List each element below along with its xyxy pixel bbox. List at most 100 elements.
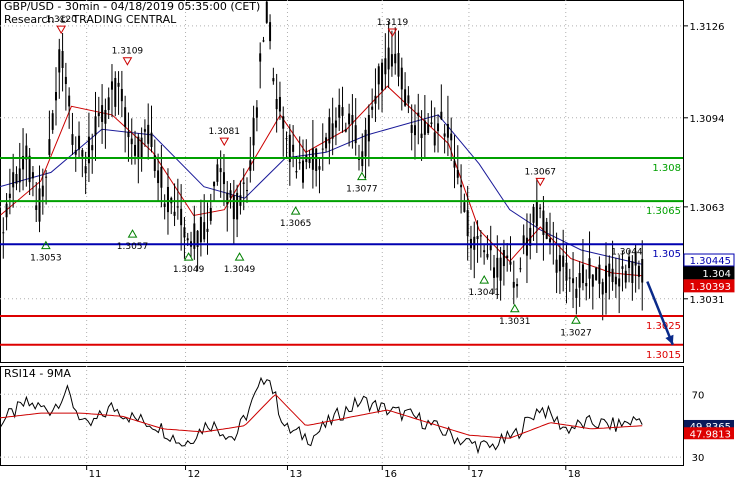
price-tag-label-2: 1.30393 <box>690 282 731 293</box>
candle-body <box>443 133 446 137</box>
candle-body <box>269 22 272 42</box>
candles <box>0 0 644 321</box>
pivot-high-marker <box>56 25 67 35</box>
candle-body <box>8 193 11 198</box>
candle-body <box>209 207 212 221</box>
candle-body <box>374 95 377 104</box>
candle-body <box>315 148 318 171</box>
pivot-low-marker <box>127 229 138 238</box>
price-panel-frame <box>0 0 684 363</box>
pivot-label-1: 1.3109 <box>112 47 144 57</box>
candle-body <box>48 139 51 155</box>
candle-body <box>618 278 621 287</box>
level-label-0: 1.308 <box>652 163 681 174</box>
ma-slow-line <box>0 114 643 265</box>
candle-body <box>173 211 176 216</box>
x-tick-label-2: 13 <box>289 469 302 480</box>
candle-body <box>604 265 607 293</box>
candle-body <box>127 131 130 138</box>
candle-body <box>199 216 202 243</box>
candle-body <box>242 182 245 184</box>
candle-body <box>311 148 314 170</box>
candle-body <box>542 210 545 235</box>
candle-body <box>91 145 94 151</box>
candle-body <box>502 249 505 267</box>
candle-body <box>5 203 8 218</box>
candle-body <box>420 133 423 139</box>
candle-body <box>591 274 594 287</box>
pivot-label-8: 1.3049 <box>224 265 256 275</box>
candle-body <box>519 268 522 270</box>
candle-body <box>456 169 459 178</box>
candle-body <box>539 207 542 209</box>
candle-body <box>641 258 644 283</box>
candle-body <box>38 188 41 222</box>
pivot-label-13: 1.3027 <box>560 328 592 338</box>
candle-body <box>134 144 137 156</box>
pivot-high-marker <box>535 177 546 187</box>
candle-body <box>423 120 426 135</box>
candle-body <box>226 192 229 205</box>
candle-body <box>54 92 57 101</box>
candle-body <box>61 51 64 68</box>
candle-body <box>262 40 265 42</box>
candle-body <box>157 170 160 184</box>
price-tag-label-1: 1.304 <box>702 269 731 280</box>
candle-body <box>282 116 285 129</box>
candle-body <box>318 166 321 170</box>
pivot-label-11: 1.3041 <box>468 288 500 298</box>
candle-body <box>275 98 278 110</box>
candle-body <box>216 164 219 182</box>
candle-body <box>608 263 611 277</box>
candle-body <box>614 276 617 285</box>
candle-body <box>381 62 384 91</box>
candle-body <box>137 136 140 160</box>
price-tick-label-0: 1.3126 <box>690 22 725 33</box>
candle-body <box>390 54 393 67</box>
candle-body <box>28 155 31 183</box>
candle-body <box>325 137 328 149</box>
candle-body <box>581 264 584 284</box>
candle-body <box>437 123 440 132</box>
candle-body <box>78 135 81 150</box>
candle-body <box>450 133 453 141</box>
candle-body <box>351 115 354 124</box>
candle-body <box>295 171 298 173</box>
candle-body <box>176 206 179 208</box>
candle-body <box>509 261 512 265</box>
candle-body <box>460 184 463 188</box>
candle-body <box>183 227 186 238</box>
candle-body <box>364 129 367 157</box>
candle-body <box>107 97 110 111</box>
chart-svg: 1.3126 1.3094 1.3063 1.3031 11 12 13 16 17 18 1.30… <box>0 0 735 480</box>
candle-body <box>463 202 466 212</box>
candle-body <box>585 283 588 287</box>
rsi-title: RSI14 - 9MA <box>4 367 71 380</box>
pivot-low-marker <box>290 206 301 215</box>
candle-body <box>71 134 74 145</box>
candle-body <box>476 236 479 240</box>
level-label-1: 1.3065 <box>646 206 681 217</box>
pivot-low-marker <box>357 171 367 181</box>
candle-body <box>404 89 407 106</box>
rsi-tick-label-1: 30 <box>692 453 705 464</box>
pivot-label-4: 1.3067 <box>525 167 557 177</box>
rsi-tag-label-1: 47.9813 <box>690 429 731 440</box>
candle-body <box>631 261 634 283</box>
candle-body <box>58 49 61 73</box>
pivot-low-marker <box>479 275 490 284</box>
candle-body <box>163 203 166 207</box>
candle-body <box>143 129 146 132</box>
candle-body <box>140 137 143 159</box>
candle-body <box>278 96 281 112</box>
candle-body <box>496 257 499 278</box>
candle-body <box>203 222 206 240</box>
candle-body <box>433 132 436 146</box>
candle-body <box>377 66 380 85</box>
candle-body <box>45 176 48 178</box>
gbpusd-chart: 1.3126 1.3094 1.3063 1.3031 11 12 13 16 17 18 1.30… <box>0 0 735 480</box>
candle-body <box>512 281 515 288</box>
candle-body <box>568 277 571 279</box>
candle-body <box>35 205 38 210</box>
candle-body <box>84 166 87 174</box>
